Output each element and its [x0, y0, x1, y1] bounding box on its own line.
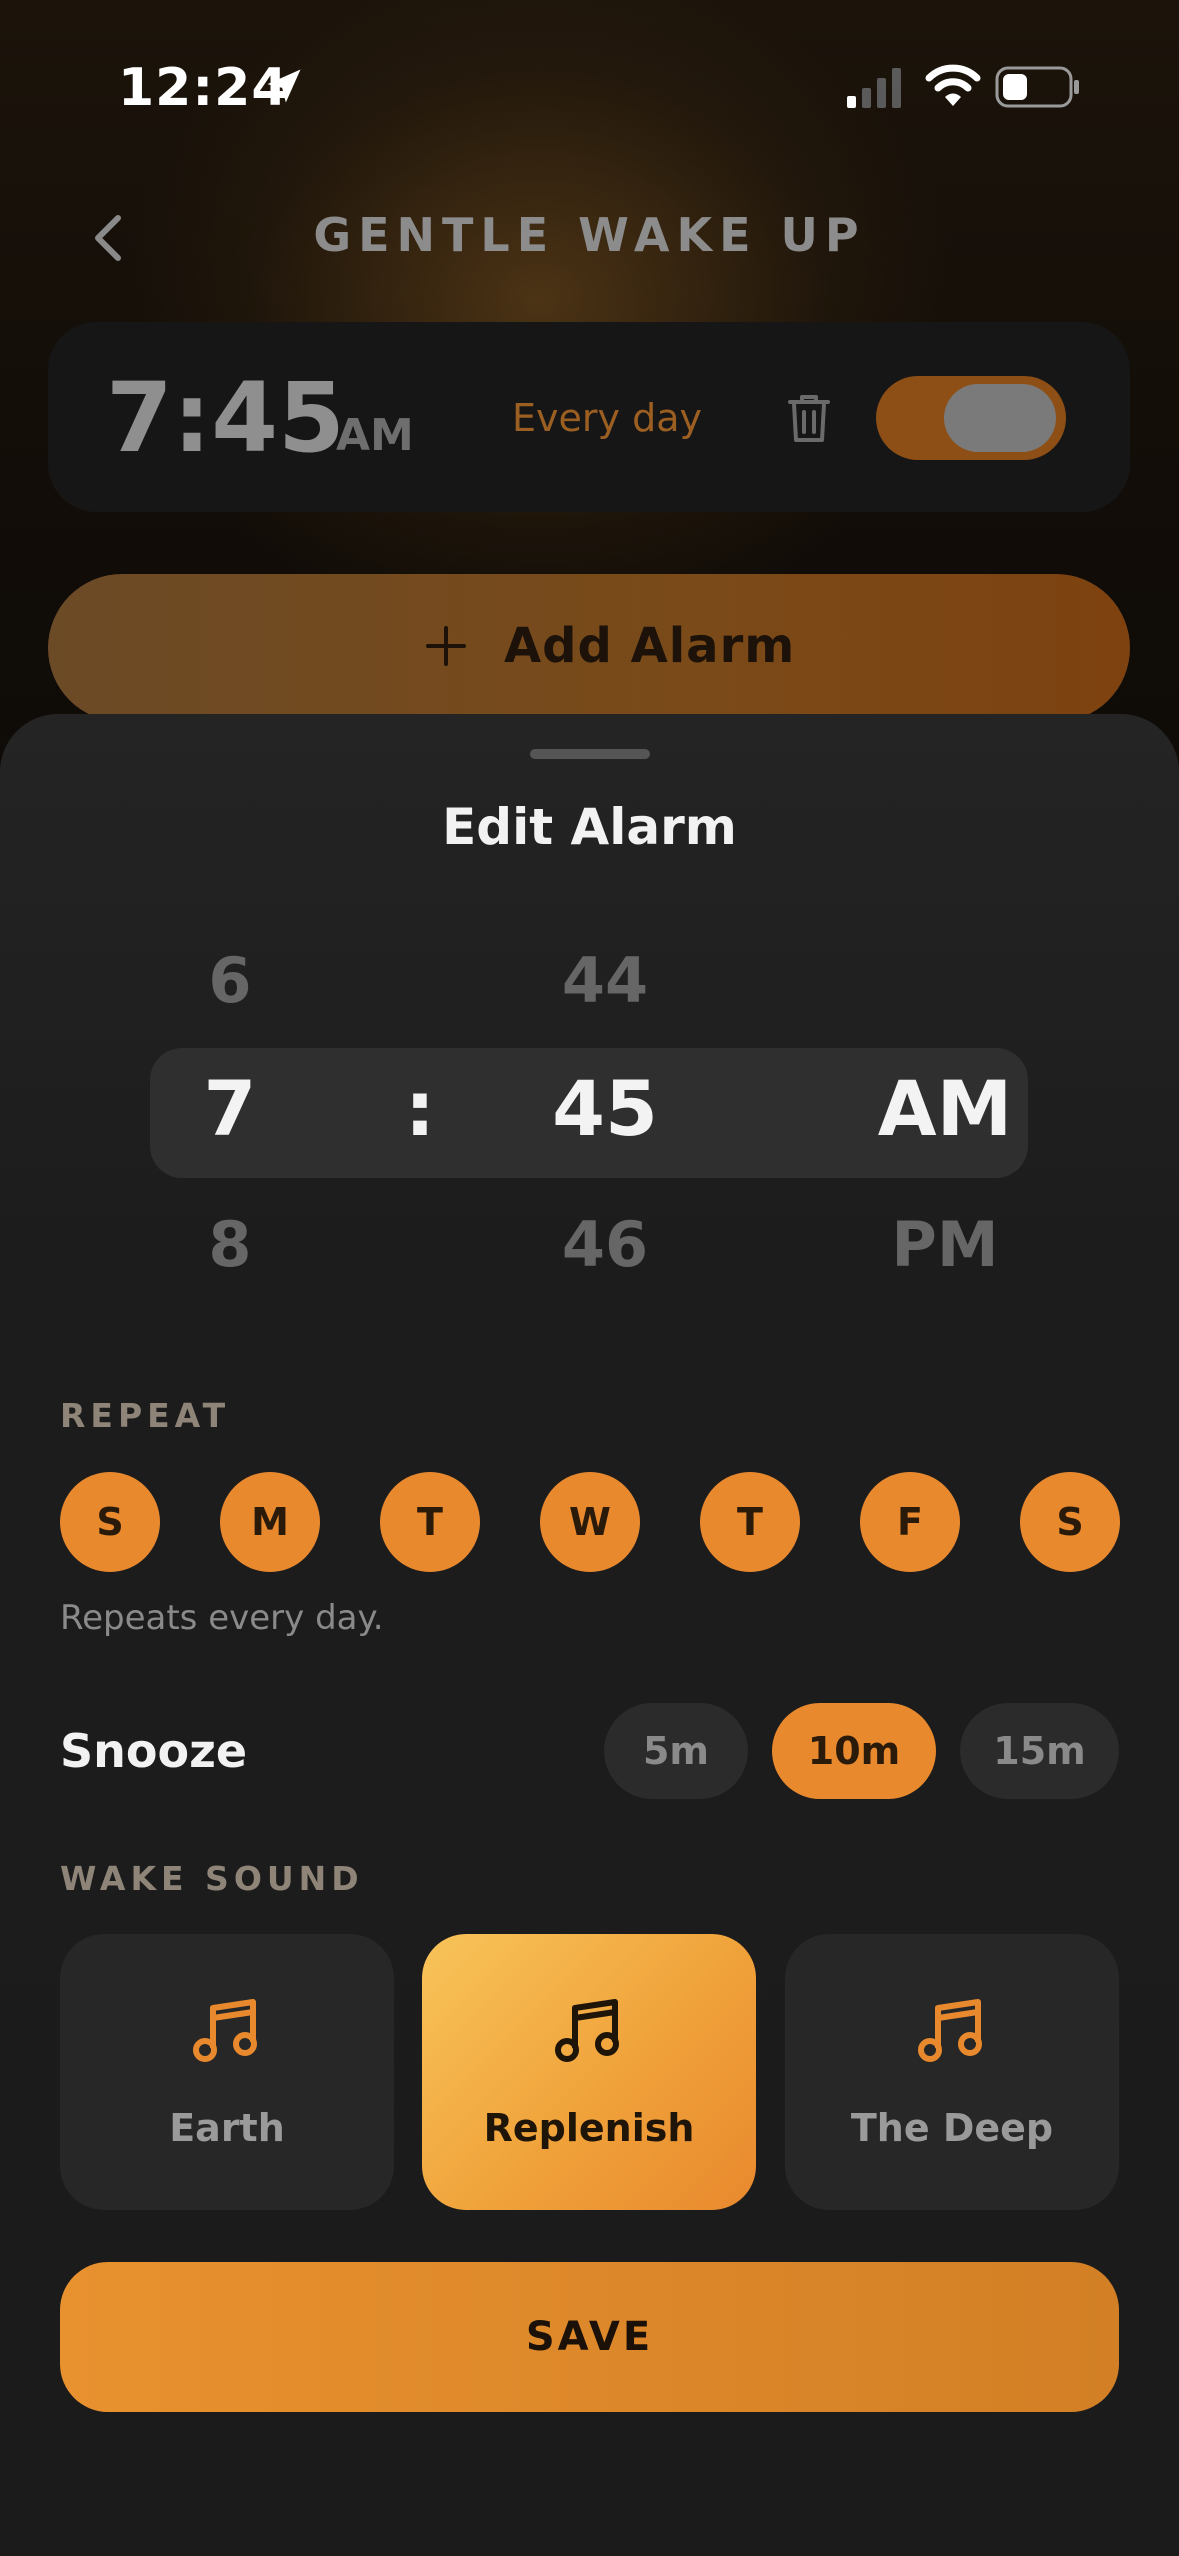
- picker-hour-next[interactable]: 8: [180, 1208, 280, 1281]
- alarm-time: 7:45: [106, 362, 345, 474]
- alarm-ampm: AM: [336, 410, 414, 461]
- picker-minute-prev[interactable]: 44: [530, 944, 680, 1017]
- snooze-label: Snooze: [60, 1724, 248, 1778]
- sound-option-earth[interactable]: Earth: [60, 1934, 394, 2210]
- sound-option-the-deep[interactable]: The Deep: [785, 1934, 1119, 2210]
- save-button[interactable]: SAVE: [60, 2262, 1119, 2412]
- plus-icon: [426, 626, 466, 666]
- trash-icon[interactable]: [786, 392, 832, 444]
- sound-option-replenish[interactable]: Replenish: [422, 1934, 756, 2210]
- day-thursday[interactable]: T: [700, 1472, 800, 1572]
- alarm-toggle[interactable]: [876, 376, 1066, 460]
- alarm-repeat-text: Every day: [512, 396, 702, 440]
- day-wednesday[interactable]: W: [540, 1472, 640, 1572]
- wifi-icon: [925, 64, 981, 106]
- cellular-signal-icon: [847, 68, 901, 108]
- music-note-icon: [918, 1999, 982, 2062]
- picker-period[interactable]: AM: [860, 1064, 1030, 1153]
- picker-period-next[interactable]: PM: [860, 1208, 1030, 1281]
- sheet-grabber[interactable]: [530, 749, 650, 759]
- day-sunday[interactable]: S: [60, 1472, 160, 1572]
- wake-sound-label: WAKE SOUND: [60, 1859, 364, 1898]
- add-alarm-label: Add Alarm: [504, 618, 796, 674]
- picker-minute[interactable]: 45: [530, 1064, 680, 1153]
- snooze-option-10m[interactable]: 10m: [772, 1703, 936, 1799]
- toggle-knob: [944, 384, 1056, 452]
- sound-option-label: Earth: [169, 2106, 285, 2150]
- snooze-option-15m[interactable]: 15m: [960, 1703, 1119, 1799]
- picker-hour[interactable]: 7: [180, 1064, 280, 1153]
- battery-icon: [995, 66, 1079, 108]
- page-title: GENTLE WAKE UP: [313, 208, 866, 262]
- picker-hour-prev[interactable]: 6: [180, 944, 280, 1017]
- picker-separator: :: [404, 1064, 436, 1153]
- day-monday[interactable]: M: [220, 1472, 320, 1572]
- snooze-option-5m[interactable]: 5m: [604, 1703, 748, 1799]
- repeat-label: REPEAT: [60, 1396, 231, 1435]
- day-tuesday[interactable]: T: [380, 1472, 480, 1572]
- day-friday[interactable]: F: [860, 1472, 960, 1572]
- music-note-icon: [193, 1999, 257, 2062]
- music-note-icon: [555, 1999, 619, 2062]
- sound-option-label: Replenish: [483, 2106, 695, 2150]
- sound-option-label: The Deep: [850, 2106, 1054, 2150]
- picker-minute-next[interactable]: 46: [530, 1208, 680, 1281]
- location-arrow-icon: [267, 69, 301, 103]
- sheet-title: Edit Alarm: [442, 798, 737, 856]
- day-saturday[interactable]: S: [1020, 1472, 1120, 1572]
- repeat-note: Repeats every day.: [60, 1598, 384, 1638]
